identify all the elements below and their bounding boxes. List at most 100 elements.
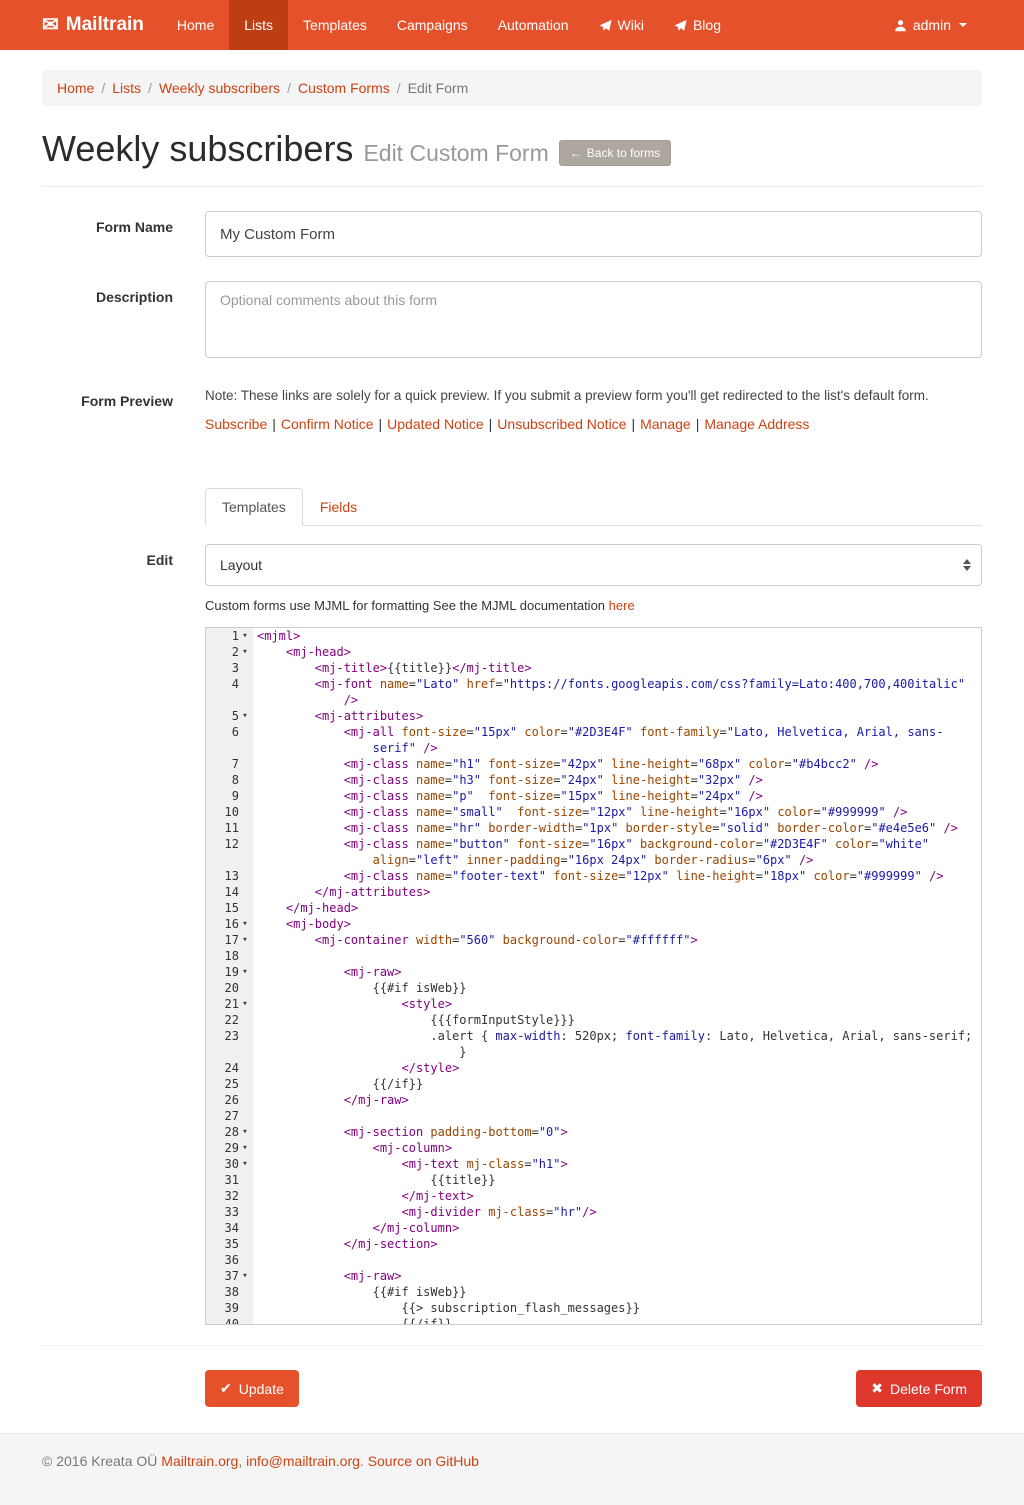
tab-fields[interactable]: Fields <box>303 488 374 526</box>
nav-home[interactable]: Home <box>162 0 229 50</box>
code-line[interactable]: 20 {{#if isWeb}} <box>206 980 981 996</box>
code-line[interactable]: 3 <mj-title>{{title}}</mj-title> <box>206 660 981 676</box>
line-number: 35 <box>206 1236 253 1252</box>
mjml-code-editor[interactable]: 1▾<mjml>2▾ <mj-head>3 <mj-title>{{title}… <box>205 627 982 1325</box>
mjml-docs-link[interactable]: here <box>609 598 635 613</box>
preview-link-unsubscribed-notice[interactable]: Unsubscribed Notice <box>497 416 626 432</box>
code-line[interactable]: 1▾<mjml> <box>206 628 981 644</box>
code-line[interactable]: 7 <mj-class name="h1" font-size="42px" l… <box>206 756 981 772</box>
brand-link[interactable]: ✉ Mailtrain <box>42 0 162 50</box>
tab-templates[interactable]: Templates <box>205 488 303 526</box>
preview-link-manage-address[interactable]: Manage Address <box>704 416 809 432</box>
code-line[interactable]: 29▾ <mj-column> <box>206 1140 981 1156</box>
breadcrumb-lists[interactable]: Lists <box>112 80 141 96</box>
fold-arrow-icon[interactable]: ▾ <box>239 1140 251 1156</box>
fold-arrow-icon[interactable]: ▾ <box>239 1268 251 1284</box>
code-line[interactable]: 16▾ <mj-body> <box>206 916 981 932</box>
code-line[interactable]: 19▾ <mj-raw> <box>206 964 981 980</box>
form-name-input[interactable] <box>205 211 982 257</box>
code-line[interactable]: 25 {{/if}} <box>206 1076 981 1092</box>
fold-spacer <box>239 884 251 900</box>
preview-link-subscribe[interactable]: Subscribe <box>205 416 267 432</box>
nav-blog[interactable]: Blog <box>659 0 736 50</box>
code-line[interactable]: 26 </mj-raw> <box>206 1092 981 1108</box>
line-number: 37▾ <box>206 1268 253 1284</box>
breadcrumb-custom-forms[interactable]: Custom Forms <box>298 80 390 96</box>
line-number: 15 <box>206 900 253 916</box>
fold-spacer <box>239 1076 251 1092</box>
delete-form-button[interactable]: ✖ Delete Form <box>856 1370 982 1407</box>
code-line[interactable]: 35 </mj-section> <box>206 1236 981 1252</box>
top-navbar: ✉ Mailtrain Home Lists Templates Campaig… <box>0 0 1024 50</box>
code-line[interactable]: 4 <mj-font name="Lato" href="https://fon… <box>206 676 981 708</box>
code-line[interactable]: 40 {{/if}} <box>206 1316 981 1325</box>
nav-campaigns[interactable]: Campaigns <box>382 0 483 50</box>
breadcrumb-home[interactable]: Home <box>57 80 94 96</box>
email-link[interactable]: info@mailtrain.org <box>246 1453 360 1469</box>
fold-arrow-icon[interactable]: ▾ <box>239 628 251 644</box>
description-label: Description <box>42 281 173 361</box>
code-line[interactable]: 22 {{{formInputStyle}}} <box>206 1012 981 1028</box>
page-footer: © 2016 Kreata OÜ Mailtrain.org, info@mai… <box>0 1433 1024 1505</box>
fold-arrow-icon[interactable]: ▾ <box>239 1156 251 1172</box>
mailtrain-org-link[interactable]: Mailtrain.org <box>161 1453 238 1469</box>
preview-link-updated-notice[interactable]: Updated Notice <box>387 416 484 432</box>
code-line[interactable]: 17▾ <mj-container width="560" background… <box>206 932 981 948</box>
code-lines[interactable]: 1▾<mjml>2▾ <mj-head>3 <mj-title>{{title}… <box>206 628 981 1325</box>
code-line[interactable]: 15 </mj-head> <box>206 900 981 916</box>
fold-arrow-icon[interactable]: ▾ <box>239 932 251 948</box>
code-line[interactable]: 10 <mj-class name="small" font-size="12p… <box>206 804 981 820</box>
code-line[interactable]: 11 <mj-class name="hr" border-width="1px… <box>206 820 981 836</box>
preview-link-confirm-notice[interactable]: Confirm Notice <box>281 416 374 432</box>
fold-arrow-icon[interactable]: ▾ <box>239 708 251 724</box>
fold-arrow-icon[interactable]: ▾ <box>239 916 251 932</box>
code-line[interactable]: 14 </mj-attributes> <box>206 884 981 900</box>
code-line[interactable]: 23 .alert { max-width: 520px; font-famil… <box>206 1028 981 1060</box>
back-to-forms-button[interactable]: ← Back to forms <box>559 140 671 166</box>
preview-links: Subscribe|Confirm Notice|Updated Notice|… <box>205 416 982 432</box>
fold-arrow-icon[interactable]: ▾ <box>239 1124 251 1140</box>
code-line[interactable]: 6 <mj-all font-size="15px" color="#2D3E4… <box>206 724 981 756</box>
code-line[interactable]: 27 <box>206 1108 981 1124</box>
code-line[interactable]: 5▾ <mj-attributes> <box>206 708 981 724</box>
code-line[interactable]: 32 </mj-text> <box>206 1188 981 1204</box>
code-line[interactable]: 31 {{title}} <box>206 1172 981 1188</box>
select-value: Layout <box>220 557 262 573</box>
code-line[interactable]: 30▾ <mj-text mj-class="h1"> <box>206 1156 981 1172</box>
update-button[interactable]: ✔ Update <box>205 1370 299 1407</box>
code-line[interactable]: 12 <mj-class name="button" font-size="16… <box>206 836 981 868</box>
code-line[interactable]: 34 </mj-column> <box>206 1220 981 1236</box>
code-line[interactable]: 36 <box>206 1252 981 1268</box>
code-line[interactable]: 24 </style> <box>206 1060 981 1076</box>
user-menu[interactable]: admin <box>879 0 982 50</box>
nav-automation[interactable]: Automation <box>483 0 584 50</box>
fold-spacer <box>239 836 251 868</box>
code-line[interactable]: 21▾ <style> <box>206 996 981 1012</box>
breadcrumb-list-name[interactable]: Weekly subscribers <box>159 80 280 96</box>
description-textarea[interactable] <box>205 281 982 358</box>
code-line[interactable]: 2▾ <mj-head> <box>206 644 981 660</box>
code-line[interactable]: 18 <box>206 948 981 964</box>
line-number: 18 <box>206 948 253 964</box>
nav-templates[interactable]: Templates <box>288 0 382 50</box>
line-number: 1▾ <box>206 628 253 644</box>
code-line[interactable]: 39 {{> subscription_flash_messages}} <box>206 1300 981 1316</box>
line-number: 3 <box>206 660 253 676</box>
code-line[interactable]: 8 <mj-class name="h3" font-size="24px" l… <box>206 772 981 788</box>
preview-link-manage[interactable]: Manage <box>640 416 691 432</box>
github-source-link[interactable]: Source on GitHub <box>368 1453 479 1469</box>
code-line[interactable]: 9 <mj-class name="p" font-size="15px" li… <box>206 788 981 804</box>
fold-arrow-icon[interactable]: ▾ <box>239 964 251 980</box>
nav-lists[interactable]: Lists <box>229 0 288 50</box>
nav-wiki[interactable]: Wiki <box>584 0 659 50</box>
fold-arrow-icon[interactable]: ▾ <box>239 996 251 1012</box>
edit-template-select[interactable]: Layout <box>205 544 982 586</box>
code-line[interactable]: 28▾ <mj-section padding-bottom="0"> <box>206 1124 981 1140</box>
fold-arrow-icon[interactable]: ▾ <box>239 644 251 660</box>
code-line[interactable]: 13 <mj-class name="footer-text" font-siz… <box>206 868 981 884</box>
code-line[interactable]: 33 <mj-divider mj-class="hr"/> <box>206 1204 981 1220</box>
paper-plane-icon <box>599 19 612 32</box>
form-name-label: Form Name <box>42 211 173 257</box>
code-line[interactable]: 37▾ <mj-raw> <box>206 1268 981 1284</box>
code-line[interactable]: 38 {{#if isWeb}} <box>206 1284 981 1300</box>
